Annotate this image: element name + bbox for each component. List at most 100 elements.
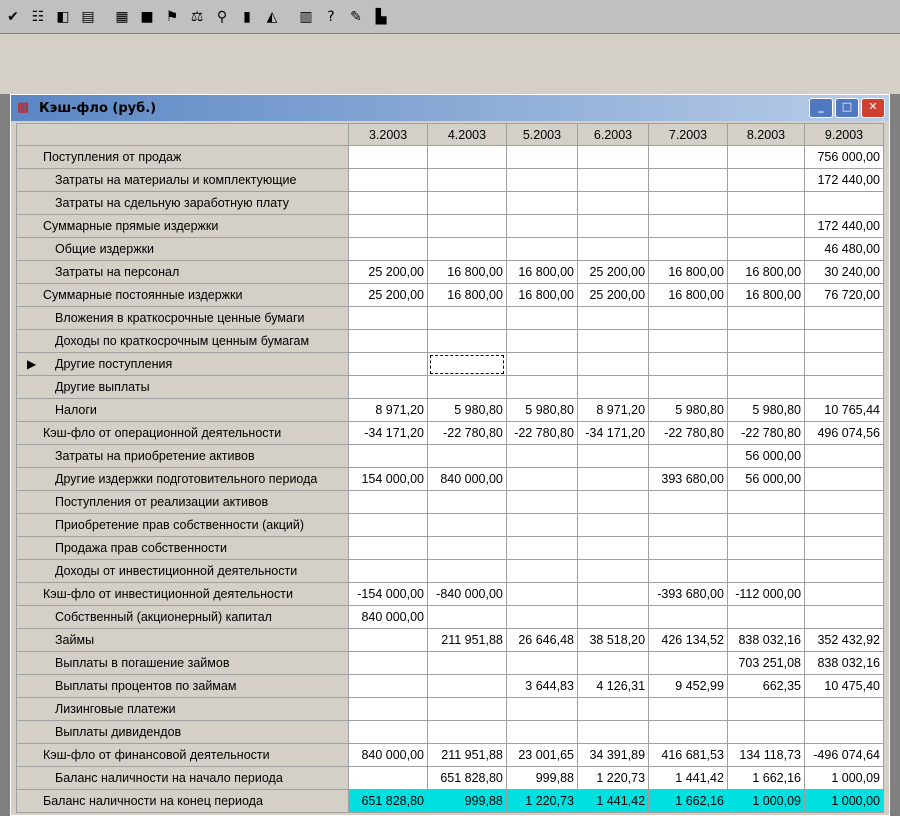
row-label[interactable]: Суммарные прямые издержки [16,214,350,238]
row-label[interactable]: Собственный (акционерный) капитал [16,605,350,629]
table-cell[interactable] [576,536,650,560]
row-label[interactable]: Поступления от продаж [16,145,350,169]
table-cell[interactable] [648,145,728,169]
table-cell[interactable] [648,329,728,353]
table-cell[interactable]: 172 440,00 [804,168,884,192]
table-cell[interactable] [576,237,650,261]
table-cell[interactable]: -393 680,00 [648,582,728,606]
table-cell[interactable] [427,329,507,353]
table-cell[interactable] [505,444,578,468]
table-cell[interactable] [427,237,507,261]
table-cell[interactable] [427,674,507,698]
table-cell[interactable]: 703 251,08 [726,651,806,675]
table-cell[interactable]: -34 171,20 [348,421,428,445]
table-cell[interactable]: 16 800,00 [427,260,507,284]
table-cell[interactable] [726,375,806,399]
table-cell[interactable]: 211 951,88 [427,628,507,652]
table-cell[interactable] [576,697,650,721]
table-cell[interactable]: 56 000,00 [726,444,806,468]
table-cell[interactable] [576,168,650,192]
table-cell[interactable]: -22 780,80 [427,421,507,445]
table-cell[interactable] [505,720,578,744]
table-cell[interactable]: 5 980,80 [505,398,578,422]
row-label[interactable]: Затраты на персонал [16,260,350,284]
table-cell[interactable] [804,536,884,560]
table-cell[interactable] [348,513,428,537]
table-cell[interactable] [804,191,884,215]
table-cell[interactable] [505,467,578,491]
table-cell[interactable]: -112 000,00 [726,582,806,606]
table-cell[interactable] [427,306,507,330]
grid-icon[interactable]: ☷ [27,6,49,28]
table-cell[interactable] [726,329,806,353]
table-cell[interactable] [648,490,728,514]
table-cell[interactable] [576,306,650,330]
table-cell[interactable]: 5 980,80 [648,398,728,422]
table-cell[interactable]: -22 780,80 [726,421,806,445]
table-cell[interactable] [804,720,884,744]
table-cell[interactable] [726,168,806,192]
column-header[interactable]: 5.2003 [505,123,578,146]
maximize-button[interactable]: □ [835,98,859,118]
search-doc-icon[interactable]: ⚲ [211,6,233,28]
table-cell[interactable]: 1 441,42 [648,766,728,790]
table-cell[interactable] [427,513,507,537]
table-cell[interactable] [505,375,578,399]
doc-icon[interactable]: ▤ [77,6,99,28]
window-icon[interactable]: ◧ [52,6,74,28]
row-label[interactable]: Затраты на приобретение активов [16,444,350,468]
table-cell[interactable]: -22 780,80 [648,421,728,445]
check-icon[interactable]: ✔ [2,6,24,28]
table-cell[interactable] [427,697,507,721]
row-label[interactable]: Вложения в краткосрочные ценные бумаги [16,306,350,330]
table-cell[interactable] [348,191,428,215]
table-cell[interactable] [348,628,428,652]
table-cell[interactable] [648,191,728,215]
table-cell[interactable]: 16 800,00 [648,260,728,284]
table-cell[interactable] [348,237,428,261]
table-cell[interactable] [427,191,507,215]
table-cell[interactable] [576,651,650,675]
table-cell[interactable] [348,352,428,376]
row-label[interactable]: Продажа прав собственности [16,536,350,560]
minimize-button[interactable]: _ [809,98,833,118]
table-cell[interactable]: 46 480,00 [804,237,884,261]
table-cell[interactable] [348,444,428,468]
row-label[interactable]: Затраты на материалы и комплектующие [16,168,350,192]
row-label[interactable]: ▶ Другие поступления [16,352,350,376]
table-cell[interactable] [576,490,650,514]
table-cell[interactable]: 1 000,09 [804,766,884,790]
table-cell[interactable]: 23 001,65 [505,743,578,767]
table-cell[interactable] [648,375,728,399]
table-cell[interactable] [804,697,884,721]
table-cell[interactable] [505,191,578,215]
table-cell[interactable] [576,605,650,629]
table-cell[interactable]: 25 200,00 [348,283,428,307]
table-cell[interactable] [648,651,728,675]
table-cell[interactable]: 838 032,16 [804,651,884,675]
table-cell[interactable]: 211 951,88 [427,743,507,767]
table-cell[interactable]: 10 475,40 [804,674,884,698]
table-cell[interactable]: 1 220,73 [505,789,578,813]
table-cell[interactable]: -840 000,00 [427,582,507,606]
window-titlebar[interactable]: ▩ Кэш-фло (руб.) _ □ ✕ [11,95,889,121]
table-cell[interactable] [726,559,806,583]
table-cell[interactable] [576,582,650,606]
table-cell[interactable] [427,605,507,629]
table-cell[interactable] [505,237,578,261]
table-cell[interactable]: 756 000,00 [804,145,884,169]
table-cell[interactable] [726,352,806,376]
table-cell[interactable]: 16 800,00 [726,260,806,284]
table-cell[interactable] [804,444,884,468]
table-cell[interactable] [576,444,650,468]
table-cell[interactable] [726,237,806,261]
table-cell[interactable] [648,605,728,629]
table-cell[interactable] [804,306,884,330]
table-cell[interactable]: 840 000,00 [427,467,507,491]
table-cell[interactable]: 416 681,53 [648,743,728,767]
table-cell[interactable]: 3 644,83 [505,674,578,698]
table-cell[interactable] [505,352,578,376]
table-cell[interactable]: 8 971,20 [348,398,428,422]
table-cell[interactable]: 999,88 [505,766,578,790]
table-cell[interactable]: 496 074,56 [804,421,884,445]
